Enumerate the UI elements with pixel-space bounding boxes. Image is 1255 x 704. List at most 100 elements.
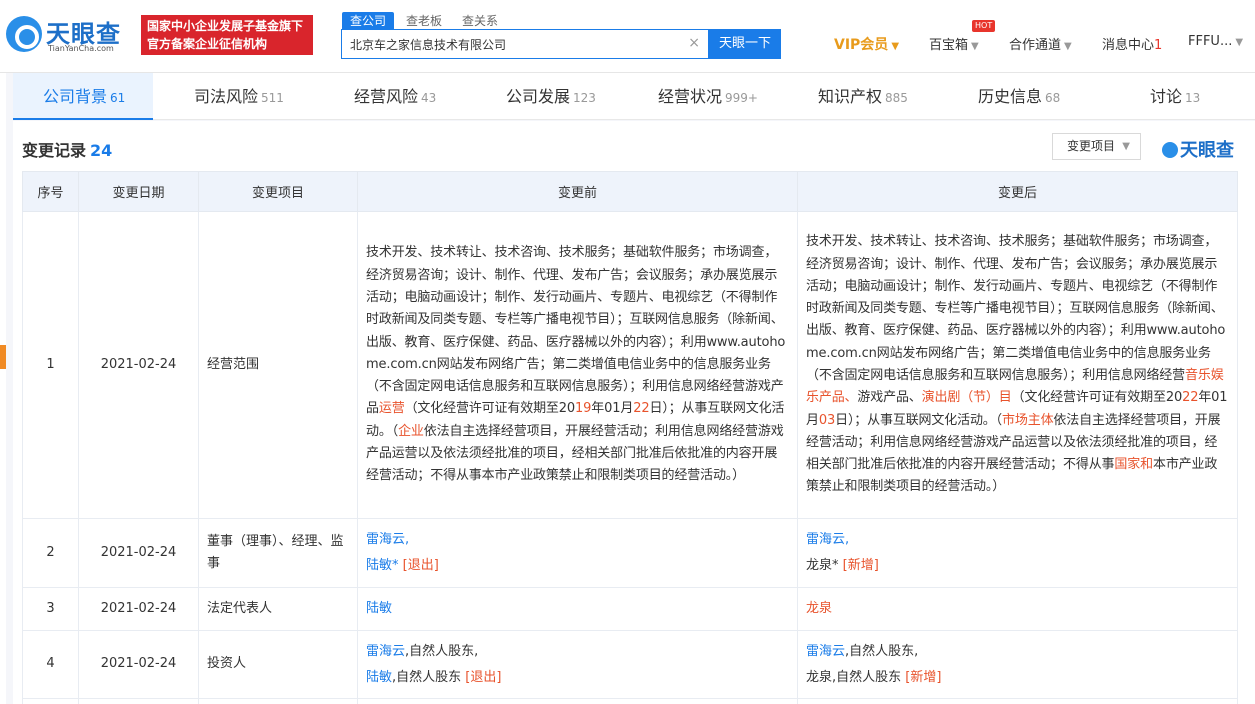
tab-operating-risk[interactable]: 经营风险 43 [354,73,436,120]
scope-text: （文化经营许可证有效期至20 [1011,390,1183,406]
tab-operating-status[interactable]: 经营状况 999+ [658,73,758,120]
section-title-text: 变更记录 [22,141,87,160]
row-date: 2021-02-24 [78,518,199,588]
row-after [797,698,1238,704]
search-input[interactable] [342,30,672,58]
new-tag: [新增] [905,669,942,685]
tianyancha-watermark: 天眼查 [1162,136,1234,162]
tianyancha-logo[interactable]: 天眼查 TianYanCha.com [6,14,132,56]
logo-domain: TianYanCha.com [48,44,114,53]
tab-label: 讨论 [1150,87,1183,106]
scope-text: 技术开发、技术转让、技术咨询、技术服务；基础软件服务；市场调查，经济贸易咨询；设… [366,245,786,417]
row-item: 董事（理事）、经理、监事 [198,518,358,588]
person-link[interactable]: 雷海云 [366,644,405,659]
tab-count: 68 [1045,91,1061,105]
row-no: 3 [22,587,79,631]
table-row: 2 2021-02-24 董事（理事）、经理、监事 雷海云, 陆敏* [退出] … [22,518,1238,588]
person-link[interactable]: 雷海云, [366,532,409,547]
message-center[interactable]: 消息中心1 [1102,34,1162,53]
person-link[interactable]: 陆敏 [366,601,392,616]
person-name: 龙泉* [806,558,839,573]
exit-tag: [退出] [465,669,502,685]
changed-text-highlight: 19 [575,401,592,417]
scope-text: 年01月 [591,401,634,417]
row-item: 经营范围 [198,211,358,519]
person-link[interactable]: 雷海云 [806,644,845,659]
tab-discussion[interactable]: 讨论 13 [1150,73,1200,120]
investor-type: ,自然人股东, [845,643,919,659]
filter-label: 变更项目 [1067,139,1116,153]
row-date: 2021-02-24 [78,630,199,699]
changed-text-highlight: 国家和 [1114,457,1153,473]
change-item-filter[interactable]: 变更项目 ▼ [1052,133,1141,160]
row-date: 2021-02-24 [78,587,199,631]
row-before [357,698,798,704]
user-name: FFFU... [1188,34,1233,49]
scope-text: 依法自主选择经营项目，开展经营活动；利用信息网络经营游戏产品运营以及依法须经批准… [366,423,784,484]
row-date [78,698,199,704]
table-row: 4 2021-02-24 投资人 雷海云,自然人股东, 陆敏,自然人股东 [退出… [22,630,1238,699]
baibaoxiang-label: 百宝箱 [929,38,969,53]
vip-menu[interactable]: VIP会员 ▼ [834,34,899,54]
section-title: 变更记录 24 [22,137,112,161]
tab-label: 经营风险 [354,87,419,106]
table-row [22,698,1238,704]
slogan-line-1: 国家中小企业发展子基金旗下 [147,19,304,33]
row-no: 4 [22,630,79,699]
section-count: 24 [90,141,113,160]
logo-eye-icon [6,16,42,52]
row-before-investors: 雷海云,自然人股东, 陆敏,自然人股东 [退出] [357,630,798,699]
row-after-investors: 雷海云,自然人股东, 龙泉,自然人股东 [新增] [797,630,1238,699]
baibaoxiang-menu[interactable]: 百宝箱 ▼ [929,34,979,53]
active-tab-underline [13,118,153,120]
tab-count: 885 [885,91,908,105]
watermark-eye-icon [1162,142,1178,158]
person-link[interactable]: 雷海云, [806,532,849,547]
row-before-scope: 技术开发、技术转让、技术咨询、技术服务；基础软件服务；市场调查，经济贸易咨询；设… [357,211,798,519]
search-tab-relation[interactable]: 查关系 [454,12,506,30]
chevron-down-icon: ▼ [1122,141,1130,152]
row-no [22,698,79,704]
tab-label: 司法风险 [194,87,259,106]
slogan-line-2: 官方备案企业征信机构 [147,37,268,51]
row-before-people: 雷海云, 陆敏* [退出] [357,518,798,588]
row-item [198,698,358,704]
search-tab-company[interactable]: 查公司 [342,12,395,30]
tab-count: 999+ [725,91,758,105]
scope-text: 游戏产品、 [857,390,922,406]
tab-company-background[interactable]: 公司背景 61 [43,73,125,120]
tab-history[interactable]: 历史信息 68 [978,73,1060,120]
row-after-legal-rep: 龙泉 [797,587,1238,631]
user-menu[interactable]: FFFU... ▼ [1188,34,1243,49]
tab-count: 13 [1185,91,1201,105]
row-after-people: 雷海云, 龙泉* [新增] [797,518,1238,588]
col-header-before: 变更前 [357,171,798,212]
search-button[interactable]: 天眼一下 [709,29,781,59]
row-item: 投资人 [198,630,358,699]
cooperation-menu[interactable]: 合作通道 ▼ [1009,34,1072,53]
search-type-tabs: 查公司 查老板 查关系 [342,12,510,30]
tab-company-development[interactable]: 公司发展 123 [506,73,596,120]
changed-text-highlight: 22 [633,401,650,417]
search-tab-boss[interactable]: 查老板 [398,12,450,30]
changed-text-highlight: 演出剧（节）目 [921,390,1012,406]
changed-text-highlight: 03 [818,412,836,428]
table-row: 1 2021-02-24 经营范围 技术开发、技术转让、技术咨询、技术服务；基础… [22,211,1238,519]
chevron-down-icon: ▼ [1064,41,1072,52]
person-link[interactable]: 陆敏 [366,670,392,685]
tab-intellectual-property[interactable]: 知识产权 885 [818,73,908,120]
scope-text: （文化经营许可证有效期至20 [404,401,576,417]
side-feedback-tab[interactable] [0,345,6,369]
row-after-scope: 技术开发、技术转让、技术咨询、技术服务；基础软件服务；市场调查，经济贸易咨询；设… [797,211,1238,519]
investor-type: ,自然人股东 [832,669,902,685]
search-box: × [341,29,709,59]
top-header: 天眼查 TianYanCha.com 国家中小企业发展子基金旗下 官方备案企业征… [0,0,1255,72]
tab-label: 经营状况 [658,87,723,106]
clear-icon[interactable]: × [688,35,700,51]
change-records-table: 序号 变更日期 变更项目 变更前 变更后 1 2021-02-24 经营范围 技… [22,171,1238,704]
tab-judicial-risk[interactable]: 司法风险 511 [194,73,284,120]
table-header-row: 序号 变更日期 变更项目 变更前 变更后 [22,171,1238,212]
col-header-no: 序号 [22,171,79,212]
scope-text: 技术开发、技术转让、技术咨询、技术服务；基础软件服务；市场调查，经济贸易咨询；设… [806,234,1226,383]
person-link[interactable]: 陆敏* [366,558,399,573]
